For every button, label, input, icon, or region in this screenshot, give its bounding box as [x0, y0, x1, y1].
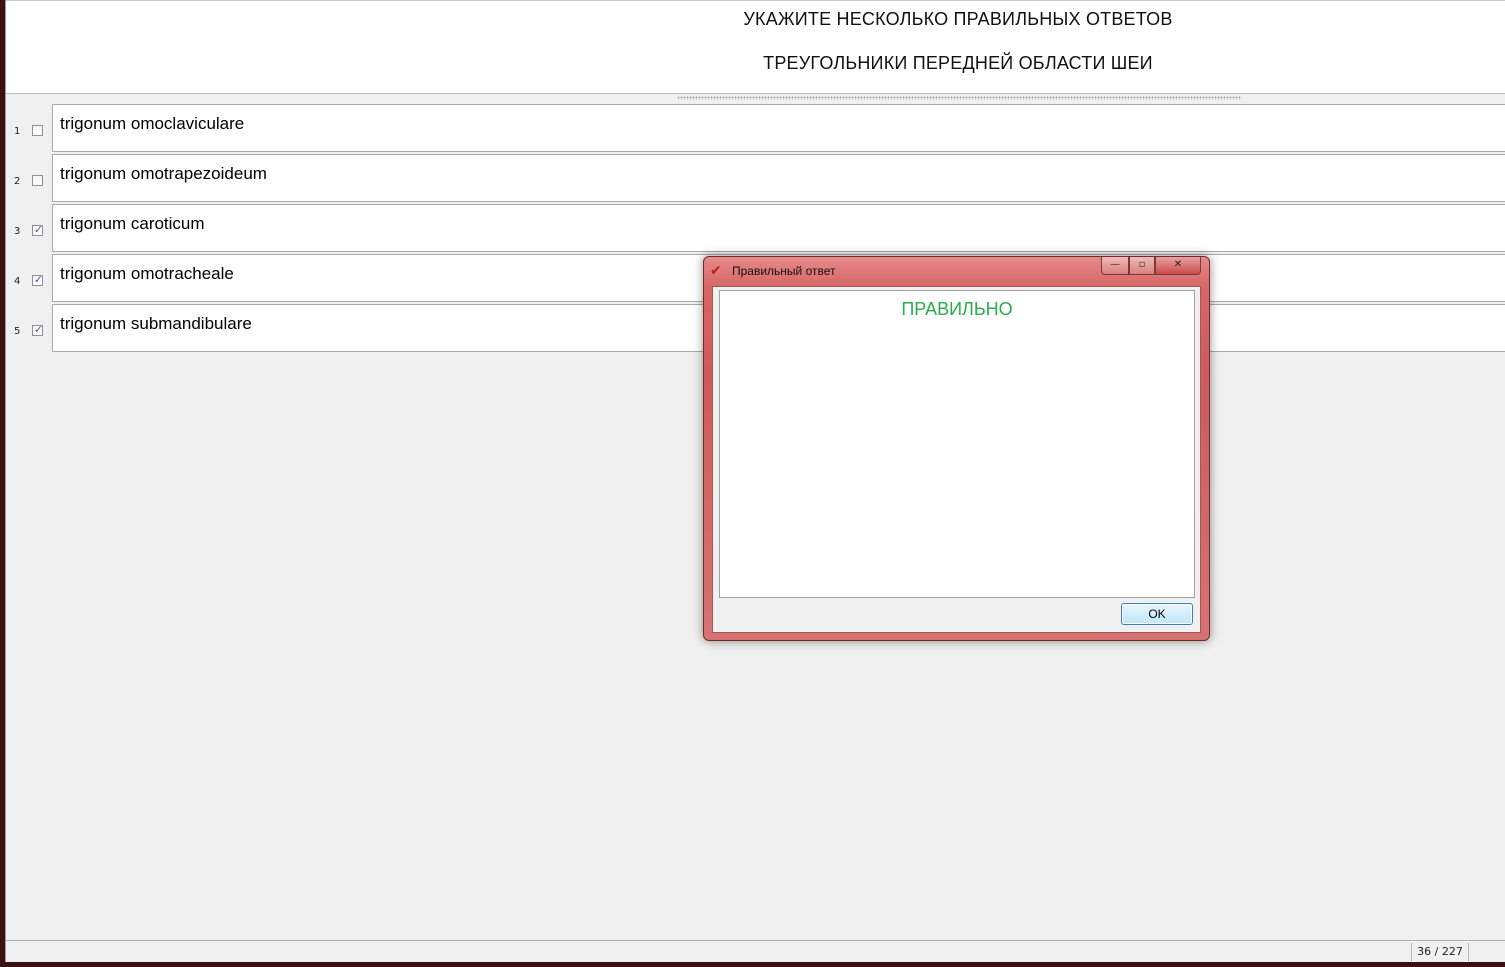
answer-number: 2 — [14, 176, 21, 187]
answer-row: 2 trigonum omotrapezoideum — [6, 154, 1505, 202]
message-box: ПРАВИЛЬНО — [719, 290, 1195, 598]
answer-number: 1 — [14, 126, 21, 137]
answer-text: trigonum submandibulare — [60, 314, 252, 333]
dialog-titlebar[interactable]: ✔ Правильный ответ — ▫ ✕ — [704, 257, 1209, 285]
answer-number: 4 — [14, 276, 21, 287]
answer-text: trigonum omotracheale — [60, 264, 234, 283]
question-instruction: УКАЖИТЕ НЕСКОЛЬКО ПРАВИЛЬНЫХ ОТВЕТОВ — [743, 9, 1173, 29]
checkbox-mark: ✓ — [33, 223, 44, 236]
answer-option[interactable]: trigonum caroticum — [52, 204, 1505, 252]
checkbox-mark: ✓ — [33, 273, 44, 286]
answer-checkbox[interactable]: ✓ — [32, 223, 44, 236]
splitter-grip[interactable] — [677, 96, 1241, 100]
answer-text: trigonum omoclaviculare — [60, 114, 245, 133]
answer-checkbox[interactable]: ✓ — [32, 323, 44, 336]
answer-checkbox[interactable] — [32, 125, 43, 136]
close-button[interactable]: ✕ — [1155, 257, 1201, 275]
splitter[interactable] — [6, 94, 1505, 102]
result-message: ПРАВИЛЬНО — [901, 299, 1013, 319]
question-counter: 36 / 227 — [1411, 943, 1469, 961]
answer-text: trigonum omotrapezoideum — [60, 164, 267, 183]
status-bar: 36 / 227 — [6, 940, 1505, 962]
dialog-title: Правильный ответ — [732, 264, 836, 278]
minimize-button[interactable]: — — [1101, 257, 1129, 275]
maximize-button[interactable]: ▫ — [1129, 257, 1155, 275]
answer-number: 3 — [14, 226, 21, 237]
ok-button[interactable]: OK — [1121, 603, 1193, 625]
answer-checkbox[interactable]: ✓ — [32, 273, 44, 286]
answer-row: 3 ✓ trigonum caroticum — [6, 204, 1505, 252]
answer-text: trigonum caroticum — [60, 214, 205, 233]
result-dialog: ✔ Правильный ответ — ▫ ✕ ПРАВИЛЬНО OK — [703, 256, 1210, 641]
check-mark-icon: ✔ — [710, 263, 722, 279]
checkbox-mark: ✓ — [33, 323, 44, 336]
dialog-body: ПРАВИЛЬНО OK — [712, 286, 1201, 633]
question-title: ТРЕУГОЛЬНИКИ ПЕРЕДНЕЙ ОБЛАСТИ ШЕИ — [763, 53, 1153, 73]
answer-option[interactable]: trigonum omotrapezoideum — [52, 154, 1505, 202]
question-header: УКАЖИТЕ НЕСКОЛЬКО ПРАВИЛЬНЫХ ОТВЕТОВ ТРЕ… — [6, 0, 1505, 94]
answer-option[interactable]: trigonum omoclaviculare — [52, 104, 1505, 152]
answer-row: 1 trigonum omoclaviculare — [6, 104, 1505, 152]
answer-number: 5 — [14, 326, 21, 337]
answer-checkbox[interactable] — [32, 175, 43, 186]
